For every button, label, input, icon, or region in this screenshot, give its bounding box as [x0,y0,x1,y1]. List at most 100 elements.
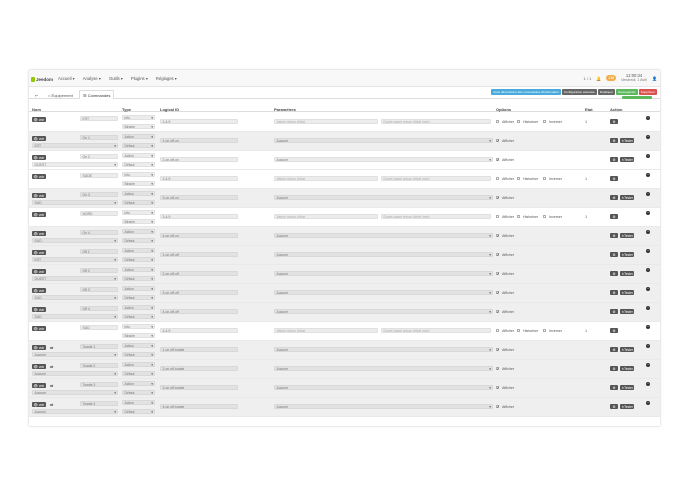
tester-button[interactable]: ↯ Tester [620,138,635,143]
configure-button[interactable]: ⚙ [610,366,618,371]
tester-button[interactable]: ↯ Tester [620,157,635,162]
type-select[interactable]: info [122,210,155,215]
tester-button[interactable]: ↯ Tester [620,385,635,390]
tester-button[interactable]: ↯ Tester [620,347,635,352]
afficher-checkbox[interactable] [496,120,499,123]
remove-command-icon[interactable]: − [646,192,650,196]
logical-id-input[interactable]: 4-on,off-on [160,233,238,238]
command-name-input[interactable]: Off 2 [80,268,118,273]
delay-return-input[interactable]: Durée avant retour d'état (min) [381,328,491,333]
afficher-checkbox[interactable] [496,385,500,390]
tester-button[interactable]: ↯ Tester [620,233,635,238]
subtype-select[interactable]: Défaut [122,257,155,262]
subtype-select[interactable]: Défaut [122,238,155,243]
remove-command-icon[interactable]: − [646,230,650,234]
afficher-checkbox[interactable] [496,404,500,409]
inverser-checkbox[interactable] [543,177,546,180]
afficher-checkbox[interactable] [496,290,500,295]
remove-command-icon[interactable]: − [646,116,650,120]
parameter-select[interactable]: Aucune [274,157,493,162]
afficher-checkbox[interactable] [496,309,500,314]
afficher-checkbox[interactable] [496,138,500,143]
logical-id-input[interactable]: 3-on,off-toggle [160,385,238,390]
configure-button[interactable]: ⚙ [610,347,618,352]
historiser-checkbox[interactable] [517,120,520,123]
type-select[interactable]: info [122,324,155,329]
remove-command-icon[interactable]: − [646,268,650,272]
voir-button[interactable]: 👁 voir [32,364,46,369]
type-select[interactable]: Action [122,343,155,348]
type-select[interactable]: Action [122,134,155,139]
voir-button[interactable]: 👁 voir [32,174,46,179]
parameter-select[interactable]: Aucune [274,309,493,314]
parameter-select[interactable]: Aucune [274,404,493,409]
historiser-checkbox[interactable] [517,215,520,218]
parameter-select[interactable]: Aucune [274,385,493,390]
remove-command-icon[interactable]: − [646,325,650,329]
configure-button[interactable]: ⚙ [610,157,618,162]
command-name-input[interactable]: SUD [80,325,118,330]
parameter-select[interactable]: Aucune [274,366,493,371]
remove-command-icon[interactable]: − [646,249,650,253]
subtype-select[interactable]: Binaire [122,181,155,186]
configure-button[interactable]: ⚙ [610,290,618,295]
logical-id-input[interactable]: 2-4-9 [160,176,238,181]
remove-command-icon[interactable]: − [646,382,650,386]
voir-button[interactable]: 👁 voir [32,231,46,236]
command-name-input[interactable]: EST [80,116,118,121]
bell-icon[interactable]: 🔔 [596,76,601,81]
configure-button[interactable]: ⚙ [610,271,618,276]
tester-button[interactable]: ↯ Tester [620,252,635,257]
delay-return-input[interactable]: Durée avant retour d'état (min) [381,176,491,181]
configure-button[interactable]: ⚙ [610,404,618,409]
tester-button[interactable]: ↯ Tester [620,195,635,200]
linked-info-select[interactable]: Aucune [32,371,118,376]
duplicate-button[interactable]: Dupliquer [597,89,615,95]
linked-info-select[interactable]: EST [32,257,118,262]
logical-id-input[interactable]: 2-on,off-on [160,157,238,162]
subtype-select[interactable]: Défaut [122,352,155,357]
configure-button[interactable]: ⚙ [610,138,618,143]
value-return-input[interactable]: Valeur retour d'état [274,176,378,181]
back-tab[interactable]: ↩ [31,90,42,99]
linked-info-select[interactable]: Aucune [32,409,118,414]
configure-button[interactable]: ⚙ [610,195,618,200]
voir-button[interactable]: 👁 voir [32,383,46,388]
logical-id-input[interactable]: 4-4-9 [160,328,238,333]
inverser-checkbox[interactable] [543,215,546,218]
tester-button[interactable]: ↯ Tester [620,309,635,314]
add-command-button[interactable] [622,96,652,99]
message-ratio[interactable]: 1 / 1 [583,76,591,81]
logical-id-input[interactable]: 3-4-9 [160,214,238,219]
linked-info-select[interactable]: SUD [32,295,118,300]
voir-button[interactable]: 👁 voir [32,155,46,160]
menu-plugins[interactable]: Plugins ▾ [131,76,148,81]
value-return-input[interactable]: Valeur retour d'état [274,328,378,333]
subtype-select[interactable]: Défaut [122,200,155,205]
user-icon[interactable]: 👤 [652,76,657,81]
type-select[interactable]: Action [122,286,155,291]
voir-button[interactable]: 👁 voir [32,288,46,293]
tester-button[interactable]: ↯ Tester [620,366,635,371]
remove-command-icon[interactable]: − [646,363,650,367]
remove-command-icon[interactable]: − [646,135,650,139]
linked-info-select[interactable]: OUEST [32,276,118,281]
voir-button[interactable]: 👁 voir [32,326,46,331]
inverser-checkbox[interactable] [543,329,546,332]
type-select[interactable]: Action [122,267,155,272]
configure-button[interactable]: ⚙ [610,385,618,390]
update-badge[interactable]: 138 [606,75,617,81]
inverser-checkbox[interactable] [543,120,546,123]
logical-id-input[interactable]: 1-on,off-off [160,252,238,257]
parameter-select[interactable]: Aucune [274,195,493,200]
linked-info-select[interactable]: Aucune [32,390,118,395]
subtype-select[interactable]: Défaut [122,371,155,376]
command-name-input[interactable]: Off 1 [80,249,118,254]
afficher-checkbox[interactable] [496,215,499,218]
type-select[interactable]: info [122,172,155,177]
delete-button[interactable]: Supprimer [638,89,657,95]
command-name-input[interactable]: Toggle 1 [80,344,118,349]
tab-equipement[interactable]: ⌂ Équipement [44,90,77,99]
tab-commandes[interactable]: ☰ Commandes [79,90,115,99]
logical-id-input[interactable]: 4-on,off-off [160,309,238,314]
